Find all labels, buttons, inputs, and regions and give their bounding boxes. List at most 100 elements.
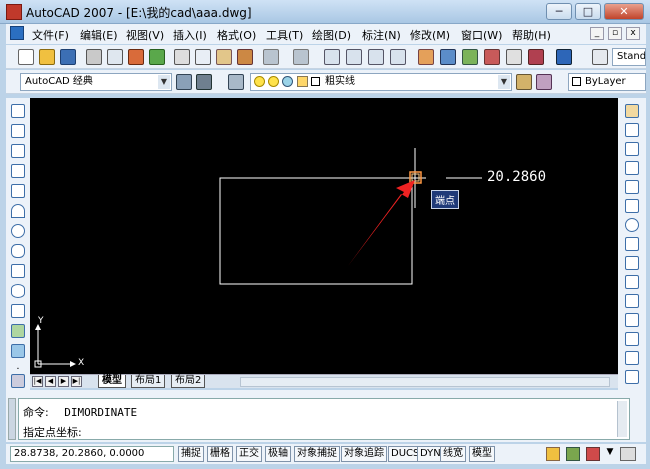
menu-modify[interactable]: 修改(M) <box>410 27 450 42</box>
layer-previous-icon[interactable] <box>536 74 552 90</box>
chamfer-icon[interactable] <box>625 332 639 346</box>
zoom-realtime-icon[interactable] <box>346 49 362 65</box>
mirror-icon[interactable] <box>625 142 639 156</box>
polyline-icon[interactable] <box>11 144 25 158</box>
trusted-icon[interactable] <box>586 447 600 461</box>
layer-combo[interactable]: 粗实线 ▼ <box>250 73 512 91</box>
ellipse-arc-icon[interactable] <box>11 304 25 318</box>
workspace-settings-icon[interactable] <box>176 74 192 90</box>
previous-tab-button[interactable]: ◀ <box>45 376 56 387</box>
polar-toggle[interactable]: 极轴 <box>265 446 291 462</box>
menu-draw[interactable]: 绘图(D) <box>312 27 351 42</box>
undo-icon[interactable] <box>263 49 279 65</box>
tool-palettes-icon[interactable] <box>462 49 478 65</box>
menu-insert[interactable]: 插入(I) <box>173 27 207 42</box>
osnap-toggle[interactable]: 对象捕捉 <box>294 446 340 462</box>
publish-icon[interactable] <box>128 49 144 65</box>
drawing-area[interactable]: 20.2860 端点 Y X <box>30 98 618 374</box>
rectangle-icon[interactable] <box>11 184 25 198</box>
command-scrollbar[interactable] <box>617 401 627 437</box>
calculator-icon[interactable] <box>528 49 544 65</box>
document-icon[interactable] <box>10 26 24 40</box>
communication-center-icon[interactable] <box>566 447 580 461</box>
menu-help[interactable]: 帮助(H) <box>512 27 551 42</box>
hatch-icon[interactable] <box>11 374 25 388</box>
save-icon[interactable] <box>60 49 76 65</box>
next-tab-button[interactable]: ▶ <box>58 376 69 387</box>
tab-model[interactable]: 模型 <box>98 375 126 388</box>
command-grip[interactable] <box>8 398 16 440</box>
redo-icon[interactable] <box>293 49 309 65</box>
offset-icon[interactable] <box>625 161 639 175</box>
model-toggle[interactable]: 模型 <box>469 446 495 462</box>
layer-manager-icon[interactable] <box>228 74 244 90</box>
clean-screen-icon[interactable] <box>620 447 636 461</box>
menu-format[interactable]: 格式(O) <box>217 27 256 42</box>
first-tab-button[interactable]: |◀ <box>32 376 43 387</box>
stretch-icon[interactable] <box>625 256 639 270</box>
ortho-toggle[interactable]: 正交 <box>236 446 262 462</box>
construction-line-icon[interactable] <box>11 124 25 138</box>
line-icon[interactable] <box>11 104 25 118</box>
otrack-toggle[interactable]: 对象追踪 <box>341 446 387 462</box>
maximize-button[interactable]: □ <box>575 3 601 20</box>
coordinate-display[interactable]: 28.8738, 20.2860, 0.0000 <box>10 446 174 462</box>
revision-cloud-icon[interactable] <box>11 244 25 258</box>
save-workspace-icon[interactable] <box>196 74 212 90</box>
make-block-icon[interactable] <box>11 344 25 358</box>
arc-icon[interactable] <box>11 204 25 218</box>
autocad-app-icon[interactable] <box>6 4 22 20</box>
menu-file[interactable]: 文件(F) <box>32 27 69 42</box>
make-current-layer-icon[interactable] <box>516 74 532 90</box>
minimize-button[interactable]: ─ <box>546 3 572 20</box>
doc-minimize-button[interactable]: _ <box>590 27 604 40</box>
erase-icon[interactable] <box>625 104 639 118</box>
cut-icon[interactable] <box>174 49 190 65</box>
command-window[interactable]: 命令: DIMORDINATE 指定点坐标: <box>18 398 630 440</box>
sheet-set-icon[interactable] <box>484 49 500 65</box>
menu-edit[interactable]: 编辑(E) <box>80 27 118 42</box>
move-icon[interactable] <box>625 199 639 213</box>
menu-dimension[interactable]: 标注(N) <box>362 27 401 42</box>
doc-restore-button[interactable]: ▫ <box>608 27 622 40</box>
array-icon[interactable] <box>625 180 639 194</box>
workspace-combo[interactable]: AutoCAD 经典 ▼ <box>20 73 172 91</box>
doc-close-button[interactable]: x <box>626 27 640 40</box>
zoom-window-icon[interactable] <box>368 49 384 65</box>
scale-icon[interactable] <box>625 237 639 251</box>
text-style-combo[interactable]: Stand <box>612 48 646 66</box>
rotate-icon[interactable] <box>625 218 639 232</box>
color-combo[interactable]: ByLayer <box>568 73 646 91</box>
plot-preview-icon[interactable] <box>107 49 123 65</box>
trim-icon[interactable] <box>625 275 639 289</box>
lock-icon[interactable] <box>546 447 560 461</box>
close-button[interactable]: ✕ <box>604 3 644 20</box>
last-tab-button[interactable]: ▶| <box>71 376 82 387</box>
grid-toggle[interactable]: 栅格 <box>207 446 233 462</box>
text-style-icon[interactable] <box>592 49 608 65</box>
tab-layout2[interactable]: 布局2 <box>171 375 206 388</box>
open-icon[interactable] <box>39 49 55 65</box>
zoom-previous-icon[interactable] <box>390 49 406 65</box>
copy-icon[interactable] <box>195 49 211 65</box>
snap-toggle[interactable]: 捕捉 <box>178 446 204 462</box>
markup-icon[interactable] <box>506 49 522 65</box>
menu-window[interactable]: 窗口(W) <box>461 27 502 42</box>
insert-block-icon[interactable] <box>11 324 25 338</box>
status-menu-arrow-icon[interactable]: ▼ <box>604 447 616 461</box>
match-properties-icon[interactable] <box>237 49 253 65</box>
ellipse-icon[interactable] <box>11 284 25 298</box>
extend-icon[interactable] <box>625 294 639 308</box>
properties-icon[interactable] <box>418 49 434 65</box>
copy-object-icon[interactable] <box>625 123 639 137</box>
tab-layout1[interactable]: 布局1 <box>131 375 166 388</box>
help-icon[interactable] <box>556 49 572 65</box>
print-icon[interactable] <box>86 49 102 65</box>
circle-icon[interactable] <box>11 224 25 238</box>
menu-tools[interactable]: 工具(T) <box>266 27 303 42</box>
lineweight-toggle[interactable]: 线宽 <box>440 446 466 462</box>
break-icon[interactable] <box>625 313 639 327</box>
explode-icon[interactable] <box>625 370 639 384</box>
pan-icon[interactable] <box>324 49 340 65</box>
fillet-icon[interactable] <box>625 351 639 365</box>
